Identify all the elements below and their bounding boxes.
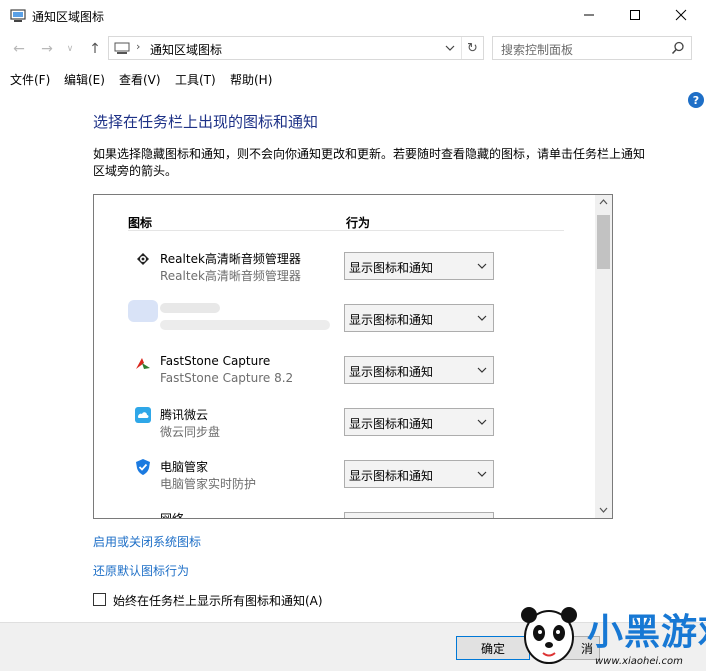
watermark-url: www.xiaohei.com [595, 656, 683, 667]
app-description: Realtek高清晰音频管理器 [160, 269, 301, 283]
blurred-app-name [160, 303, 220, 313]
app-description: FastStone Capture 8.2 [160, 371, 294, 385]
search-icon [671, 41, 684, 55]
column-header-icon: 图标 [128, 216, 153, 230]
title-bar: 通知区域图标 [0, 0, 706, 32]
table-row: Realtek高清晰音频管理器 Realtek高清晰音频管理器 显示图标和通知 [94, 246, 594, 298]
always-show-all-checkbox[interactable] [93, 593, 106, 606]
table-row: FastStone Capture FastStone Capture 8.2 … [94, 350, 594, 402]
chevron-down-icon [477, 315, 487, 321]
chevron-down-icon[interactable] [444, 42, 456, 54]
table-row: 网络 [94, 506, 594, 519]
computer-icon [114, 42, 130, 54]
close-icon [675, 9, 687, 21]
behavior-value: 显示图标和通知 [349, 469, 434, 483]
watermark: 小黑游戏 www.xiaohei.com [513, 585, 706, 671]
menu-tools[interactable]: 工具(T) [175, 71, 216, 88]
forward-button[interactable]: → [38, 40, 56, 58]
watermark-text: 小黑游戏 [587, 612, 706, 653]
maximize-icon [630, 10, 640, 20]
speaker-icon [137, 253, 149, 265]
app-description: 电脑管家实时防护 [160, 477, 257, 491]
menu-edit[interactable]: 编辑(E) [64, 71, 105, 88]
app-name: Realtek高清晰音频管理器 [160, 252, 301, 266]
chevron-down-icon [477, 367, 487, 373]
app-name: 电脑管家 [160, 460, 209, 474]
chevron-down-icon [477, 419, 487, 425]
scrollbar-thumb[interactable] [597, 215, 610, 269]
recent-locations-dropdown[interactable]: ∨ [64, 40, 76, 58]
behavior-value: 显示图标和通知 [349, 261, 434, 275]
table-row: 显示图标和通知 [94, 298, 594, 350]
panda-mascot-icon [521, 607, 577, 664]
menu-view[interactable]: 查看(V) [119, 71, 161, 88]
minimize-button[interactable] [566, 0, 612, 30]
search-placeholder: 搜索控制面板 [501, 43, 574, 57]
refresh-button[interactable]: ↻ [461, 37, 483, 59]
menu-help[interactable]: 帮助(H) [230, 71, 272, 88]
app-description: 微云同步盘 [160, 425, 221, 439]
chevron-down-icon [477, 263, 487, 269]
pc-manager-shield-icon [136, 459, 150, 475]
checkbox-label[interactable]: 始终在任务栏上显示所有图标和通知(A) [113, 592, 323, 609]
blurred-app-icon [128, 300, 158, 322]
column-header-behavior: 行为 [346, 216, 371, 230]
page-title: 选择在任务栏上出现的图标和通知 [93, 113, 319, 131]
behavior-value: 显示图标和通知 [349, 417, 434, 431]
scroll-up-arrow-icon[interactable] [599, 199, 608, 205]
weiyun-cloud-icon [135, 407, 151, 423]
navigation-bar: ← → ∨ ↑ › 通知区域图标 ↻ 搜索控制面板 [0, 34, 706, 64]
behavior-value: 显示图标和通知 [349, 365, 434, 379]
window-title: 通知区域图标 [32, 10, 105, 24]
behavior-dropdown[interactable] [344, 512, 494, 518]
chevron-down-icon [477, 471, 487, 477]
back-button[interactable]: ← [10, 40, 28, 58]
vertical-scrollbar[interactable] [595, 195, 612, 518]
maximize-button[interactable] [612, 0, 658, 30]
breadcrumb[interactable]: 通知区域图标 [150, 41, 222, 58]
app-name: FastStone Capture [160, 354, 271, 368]
breadcrumb-separator: › [136, 40, 141, 53]
icons-list[interactable]: 图标 行为 Realtek高清晰音频管理器 Realtek高清晰音频管理器 显示… [93, 194, 613, 519]
faststone-capture-icon [136, 358, 150, 369]
help-icon[interactable]: ? [688, 92, 704, 108]
minimize-icon [584, 14, 594, 16]
menu-file[interactable]: 文件(F) [10, 71, 50, 88]
search-input[interactable]: 搜索控制面板 [492, 36, 692, 60]
table-row: 腾讯微云 微云同步盘 显示图标和通知 [94, 402, 594, 454]
table-row: 电脑管家 电脑管家实时防护 显示图标和通知 [94, 454, 594, 506]
address-bar[interactable]: › 通知区域图标 ↻ [108, 36, 484, 60]
behavior-dropdown[interactable]: 显示图标和通知 [344, 460, 494, 488]
close-button[interactable] [658, 0, 704, 30]
behavior-value: 显示图标和通知 [349, 313, 434, 327]
behavior-dropdown[interactable]: 显示图标和通知 [344, 408, 494, 436]
page-description: 如果选择隐藏图标和通知，则不会向你通知更改和更新。若要随时查看隐藏的图标，请单击… [93, 147, 646, 178]
behavior-dropdown[interactable]: 显示图标和通知 [344, 304, 494, 332]
notification-area-icon [10, 9, 26, 22]
up-button[interactable]: ↑ [86, 40, 104, 58]
app-name: 网络 [160, 512, 185, 519]
menu-bar: 文件(F) 编辑(E) 查看(V) 工具(T) 帮助(H) [0, 68, 706, 90]
header-divider [128, 230, 564, 231]
blurred-app-description [160, 320, 330, 330]
app-name: 腾讯微云 [160, 408, 209, 422]
restore-default-link[interactable]: 还原默认图标行为 [93, 562, 189, 579]
toggle-system-icons-link[interactable]: 启用或关闭系统图标 [93, 533, 201, 550]
behavior-dropdown[interactable]: 显示图标和通知 [344, 252, 494, 280]
behavior-dropdown[interactable]: 显示图标和通知 [344, 356, 494, 384]
scroll-down-arrow-icon[interactable] [599, 507, 608, 513]
